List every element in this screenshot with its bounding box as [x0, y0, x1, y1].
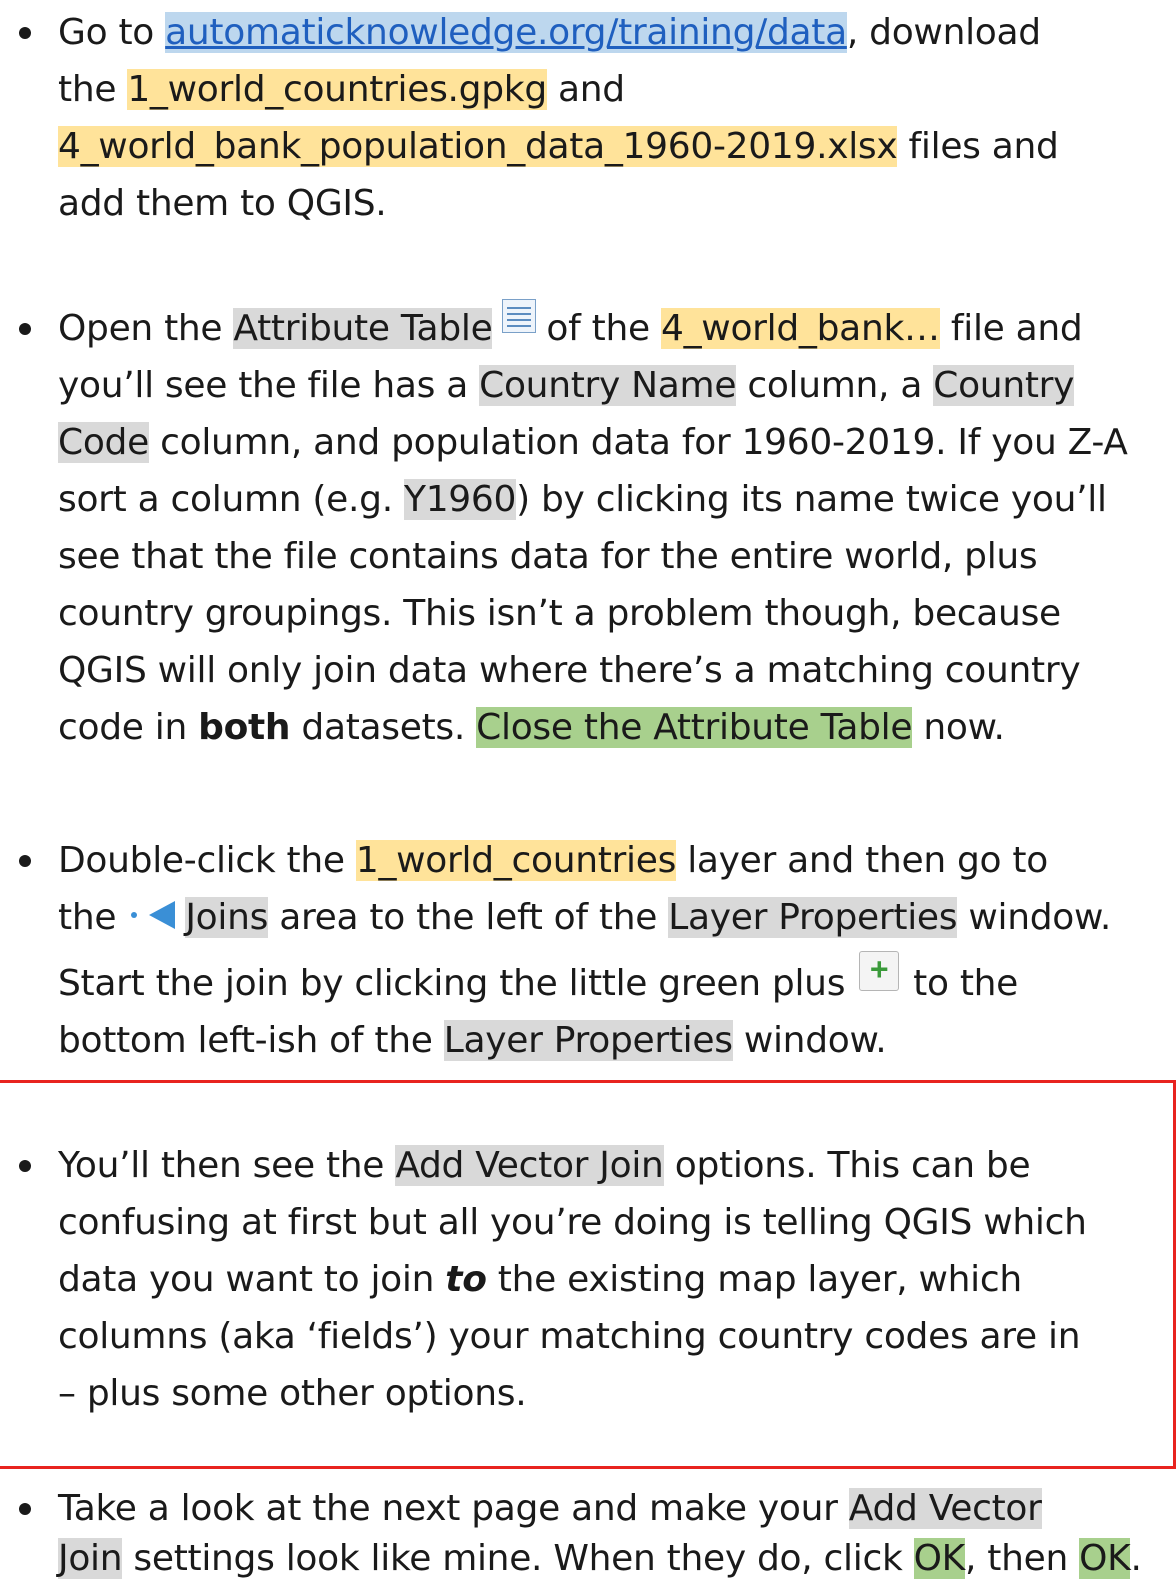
text-line: see that the file contains data for the … [58, 528, 1038, 585]
layer-properties-label: Layer Properties [668, 897, 958, 938]
column-name-highlight: Country [933, 365, 1075, 406]
text: area to the left of the [268, 897, 669, 938]
download-link[interactable]: automaticknowledge.org/training/data [165, 12, 847, 53]
text: file and [939, 308, 1083, 349]
bold-italic-emphasis: to [445, 1259, 487, 1300]
text-line: Go to automaticknowledge.org/training/da… [58, 4, 1041, 61]
add-join-plus-icon: + [859, 951, 900, 991]
layer-name-highlight: 1_world_countries [355, 840, 677, 881]
text: Go to [58, 12, 166, 53]
bold-emphasis: both [198, 707, 291, 748]
text: column, a [736, 365, 934, 406]
text-line: Code column, and population data for 196… [58, 414, 1128, 471]
text-line: code in both datasets. Close the Attribu… [58, 699, 1005, 756]
action-highlight: Close the Attribute Table [476, 707, 913, 748]
text: country groupings. This isn’t a problem … [58, 593, 1061, 634]
text-line: Take a look at the next page and make yo… [58, 1480, 1042, 1537]
text: ) by clicking its name twice you’ll [516, 479, 1107, 520]
text: options. This can be [663, 1145, 1031, 1186]
text: QGIS will only join data where there’s a… [58, 650, 1081, 691]
text: Start the join by clicking the little gr… [58, 963, 846, 1004]
attribute-table-label: Attribute Table [233, 308, 493, 349]
file-name-highlight: 1_world_countries.gpkg [127, 69, 547, 110]
text: see that the file contains data for the … [58, 536, 1038, 577]
text: You’ll then see the [58, 1145, 396, 1186]
text-line: Join settings look like mine. When they … [58, 1530, 1142, 1587]
file-name-highlight: 4_world_bank_population_data_1960-2019.x… [58, 126, 898, 167]
text: datasets. [290, 707, 477, 748]
text-line: add them to QGIS. [58, 175, 387, 232]
joins-label: Joins [185, 897, 269, 938]
text: and [546, 69, 625, 110]
text: to the [913, 963, 1019, 1004]
text-line: confusing at first but all you’re doing … [58, 1194, 1087, 1251]
text: . [1130, 1538, 1142, 1579]
dialog-name-highlight: Add Vector [848, 1488, 1042, 1529]
ok-highlight: OK [913, 1538, 965, 1579]
text: data you want to join [58, 1259, 446, 1300]
red-frame-top [0, 1080, 1176, 1083]
column-name-highlight: Country Name [479, 365, 737, 406]
text: sort a column (e.g. [58, 479, 404, 520]
text: bottom left-ish of the [58, 1020, 444, 1061]
text: the [58, 69, 128, 110]
text-line: you’ll see the file has a Country Name c… [58, 357, 1074, 414]
text: add them to QGIS. [58, 183, 387, 224]
text: Double-click the [58, 840, 356, 881]
text-line: the Joins area to the left of the Layer … [58, 889, 1111, 946]
dialog-name-highlight: Join [58, 1538, 123, 1579]
text: now. [912, 707, 1005, 748]
text: settings look like mine. When they do, c… [122, 1538, 914, 1579]
text-line: country groupings. This isn’t a problem … [58, 585, 1061, 642]
bullet-dot [19, 323, 31, 335]
text-line: You’ll then see the Add Vector Join opti… [58, 1137, 1031, 1194]
text: you’ll see the file has a [58, 365, 480, 406]
text: files and [897, 126, 1059, 167]
joins-dot-icon [131, 912, 138, 918]
text-line: Open the Attribute Table of the 4_world_b… [58, 299, 1083, 357]
text: window. [732, 1020, 887, 1061]
text: columns (aka ‘fields’) your matching cou… [58, 1316, 1081, 1357]
text: , then [964, 1538, 1080, 1579]
attribute-table-icon [502, 299, 537, 333]
bullet-dot [19, 855, 31, 867]
text: the [58, 897, 128, 938]
text: – plus some other options. [58, 1373, 527, 1414]
bullet-dot [19, 1160, 31, 1172]
text: column, and population data for 1960-201… [148, 422, 1128, 463]
text: of the [546, 308, 661, 349]
text: layer and then go to [676, 840, 1048, 881]
dialog-name-highlight: Add Vector Join [395, 1145, 664, 1186]
text: code in [58, 707, 199, 748]
text: the existing map layer, which [486, 1259, 1022, 1300]
text-line: columns (aka ‘fields’) your matching cou… [58, 1308, 1081, 1365]
joins-icon [149, 901, 176, 929]
text: , download [846, 12, 1041, 53]
text: confusing at first but all you’re doing … [58, 1202, 1087, 1243]
layer-properties-label: Layer Properties [443, 1020, 733, 1061]
text-line: – plus some other options. [58, 1365, 527, 1422]
red-frame-bottom [0, 1466, 1176, 1469]
column-name-highlight: Code [58, 422, 149, 463]
column-name-highlight: Y1960 [404, 479, 517, 520]
text-line: QGIS will only join data where there’s a… [58, 642, 1081, 699]
file-name-highlight: 4_world_bank… [661, 308, 940, 349]
text-line: data you want to join to the existing ma… [58, 1251, 1022, 1308]
text: Open the [58, 308, 234, 349]
text-line: bottom left-ish of the Layer Properties … [58, 1012, 887, 1069]
text-line: Double-click the 1_world_countries layer… [58, 832, 1048, 889]
text-line: sort a column (e.g. Y1960) by clicking i… [58, 471, 1107, 528]
bullet-dot [19, 27, 31, 39]
bullet-dot [19, 1503, 31, 1515]
text-line: 4_world_bank_population_data_1960-2019.x… [58, 118, 1059, 175]
text: Take a look at the next page and make yo… [58, 1488, 849, 1529]
ok-highlight: OK [1079, 1538, 1131, 1579]
text-line: Start the join by clicking the little gr… [58, 951, 1019, 1012]
text-line: the 1_world_countries.gpkg and [58, 61, 625, 118]
text: window. [957, 897, 1111, 938]
